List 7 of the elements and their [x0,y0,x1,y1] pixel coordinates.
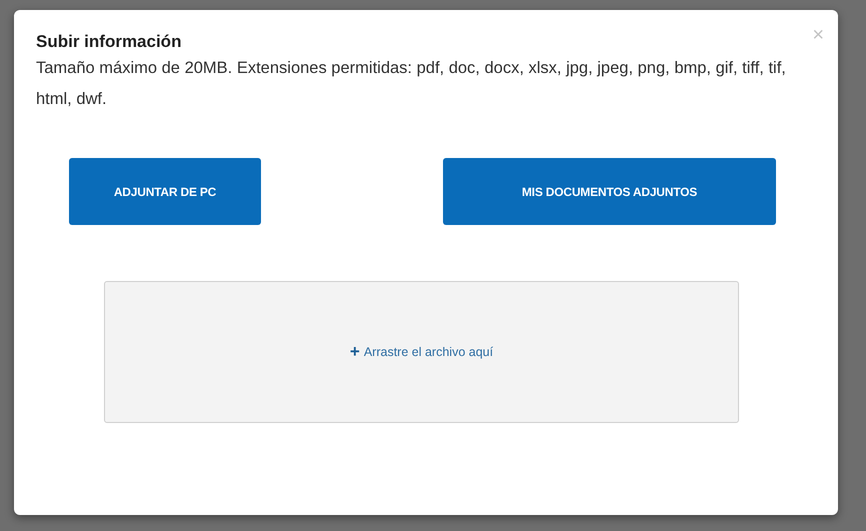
my-attachments-button[interactable]: MIS DOCUMENTOS ADJUNTOS [443,158,776,225]
attach-from-pc-button[interactable]: ADJUNTAR DE PC [69,158,261,225]
dialog-title: Subir información [36,31,182,53]
dialog-description: Tamaño máximo de 20MB. Extensiones permitidas: pdf, doc, docx, xlsx, jpg, jpeg, png, bmp, gif, tiff, tif, html, dwf. [36,58,787,110]
drop-zone[interactable]: + Arrastre el archivo aquí [104,281,739,423]
drop-zone-label: Arrastre el archivo aquí [364,345,494,359]
plus-icon: + [350,345,360,359]
